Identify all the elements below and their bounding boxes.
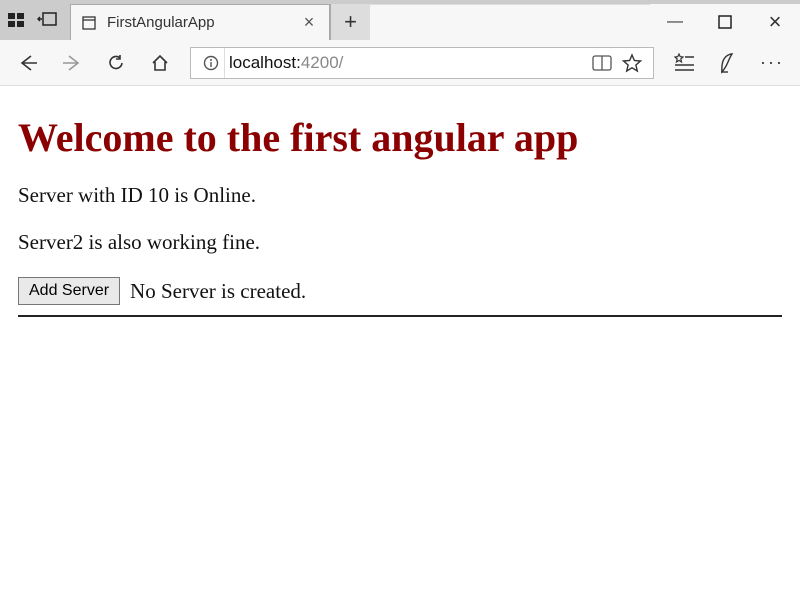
address-bar[interactable]: localhost:4200/ bbox=[190, 47, 654, 79]
back-button[interactable] bbox=[8, 43, 48, 83]
active-tab[interactable]: FirstAngularApp × bbox=[70, 4, 330, 40]
page-heading: Welcome to the first angular app bbox=[18, 114, 782, 161]
tab-title: FirstAngularApp bbox=[107, 14, 289, 31]
more-button[interactable]: ··· bbox=[752, 43, 792, 83]
favorites-list-icon[interactable] bbox=[664, 43, 704, 83]
add-server-button[interactable]: Add Server bbox=[18, 277, 120, 305]
toolbar: localhost:4200/ ··· bbox=[0, 40, 800, 86]
titlebar-spacer bbox=[370, 4, 650, 40]
server-status-line-2: Server2 is also working fine. bbox=[18, 230, 782, 255]
server-create-status: No Server is created. bbox=[130, 279, 306, 304]
site-info-icon[interactable] bbox=[197, 48, 225, 78]
window-controls: — × bbox=[650, 4, 800, 40]
page-icon bbox=[81, 15, 97, 31]
refresh-button[interactable] bbox=[96, 43, 136, 83]
more-icon: ··· bbox=[760, 52, 784, 73]
divider bbox=[18, 315, 782, 317]
favorite-star-icon[interactable] bbox=[617, 53, 647, 73]
server-status-line-1: Server with ID 10 is Online. bbox=[18, 183, 782, 208]
set-aside-icon[interactable] bbox=[36, 9, 58, 31]
home-button[interactable] bbox=[140, 43, 180, 83]
new-tab-button[interactable]: + bbox=[330, 4, 370, 40]
reading-view-icon[interactable] bbox=[587, 55, 617, 71]
close-window-button[interactable]: × bbox=[750, 4, 800, 40]
windows-icon bbox=[6, 9, 28, 31]
url-path: 4200/ bbox=[301, 53, 344, 73]
tab-close-button[interactable]: × bbox=[299, 12, 319, 33]
maximize-button[interactable] bbox=[700, 4, 750, 40]
notes-icon[interactable] bbox=[708, 43, 748, 83]
forward-button[interactable] bbox=[52, 43, 92, 83]
url-host: localhost: bbox=[229, 53, 301, 73]
page-content: Welcome to the first angular app Server … bbox=[0, 86, 800, 317]
minimize-button[interactable]: — bbox=[650, 4, 700, 40]
titlebar-left bbox=[0, 0, 64, 40]
titlebar: FirstAngularApp × + — × bbox=[0, 0, 800, 40]
add-server-row: Add Server No Server is created. bbox=[18, 277, 782, 305]
